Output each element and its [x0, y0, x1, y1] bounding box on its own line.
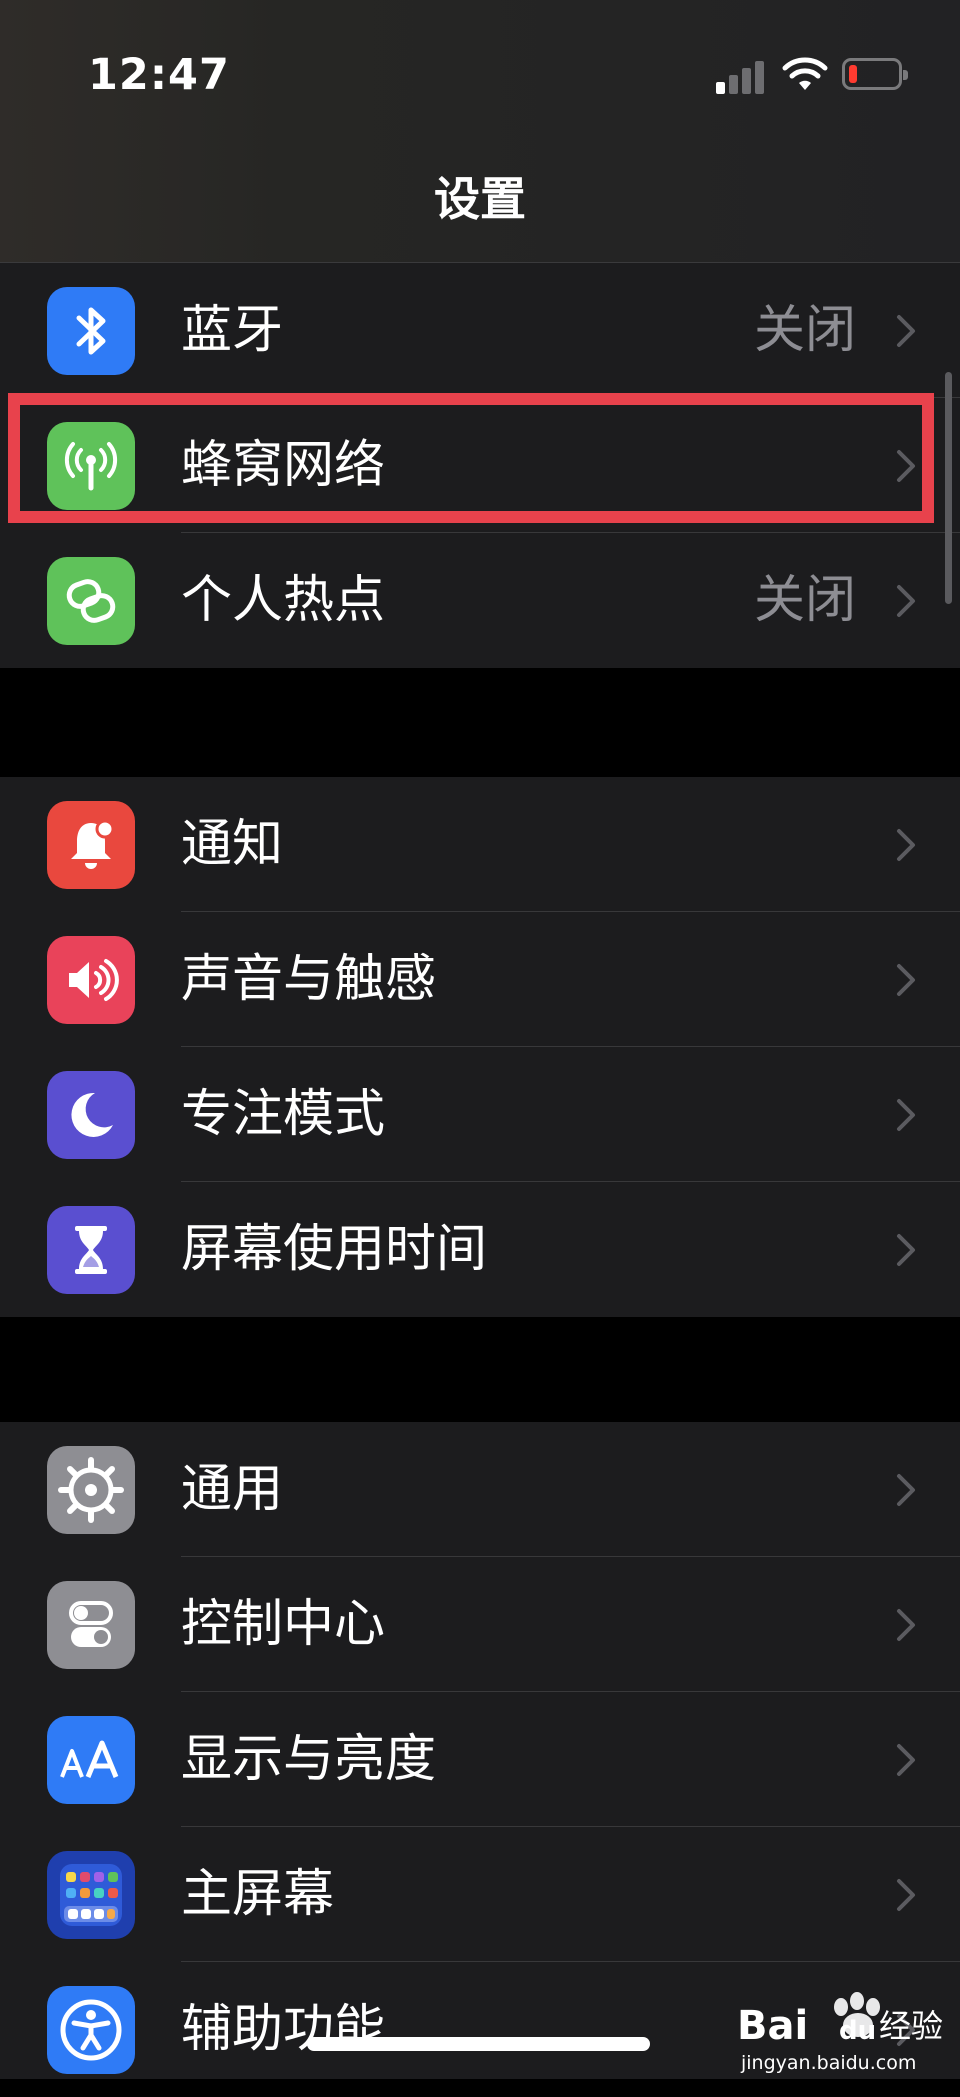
settings-row-label: 辅助功能: [181, 2000, 386, 2059]
chevron-right-icon: [897, 1234, 915, 1266]
watermark-brand: Bai: [737, 2003, 808, 2049]
home-screen-grid-icon: [47, 1851, 135, 1939]
chevron-right-icon: [897, 1099, 915, 1131]
chevron-right-icon: [897, 1609, 915, 1641]
hotspot-link-icon: [47, 557, 135, 645]
wifi-icon: [782, 57, 828, 90]
cellular-signal-icon: [716, 60, 766, 94]
baidu-jingyan-watermark: Bai du 经验 jingyan.baidu.com: [737, 1992, 943, 2074]
text-size-icon: [47, 1716, 135, 1804]
gear-icon: [47, 1446, 135, 1534]
status-time: 12:47: [88, 50, 230, 100]
hourglass-icon: [47, 1206, 135, 1294]
settings-row-label: 专注模式: [181, 1085, 386, 1144]
bluetooth-icon: [47, 287, 135, 375]
watermark-brand-du: du: [839, 2016, 876, 2046]
settings-row-label: 显示与亮度: [181, 1730, 437, 1789]
chevron-right-icon: [897, 1744, 915, 1776]
settings-row-label: 个人热点: [181, 571, 386, 630]
settings-row-value: 关闭: [753, 571, 856, 630]
settings-row-home-screen[interactable]: 主屏幕: [0, 1827, 960, 1962]
speaker-icon: [47, 936, 135, 1024]
watermark-suffix: 经验: [879, 2007, 943, 2045]
settings-row-focus[interactable]: 专注模式: [0, 1047, 960, 1182]
settings-row-hotspot[interactable]: 个人热点 关闭: [0, 533, 960, 668]
settings-row-label: 蜂窝网络: [181, 436, 386, 495]
settings-row-control-center[interactable]: 控制中心: [0, 1557, 960, 1692]
settings-row-label: 通知: [181, 815, 284, 874]
settings-row-label: 蓝牙: [181, 301, 284, 360]
settings-row-display[interactable]: 显示与亮度: [0, 1692, 960, 1827]
settings-row-cellular[interactable]: 蜂窝网络: [0, 398, 960, 533]
chevron-right-icon: [897, 964, 915, 996]
settings-row-sounds[interactable]: 声音与触感: [0, 912, 960, 1047]
page-title: 设置: [434, 172, 526, 226]
settings-row-general[interactable]: 通用: [0, 1422, 960, 1557]
accessibility-icon: [47, 1986, 135, 2074]
toggle-switches-icon: [47, 1581, 135, 1669]
settings-row-screen-time[interactable]: 屏幕使用时间: [0, 1182, 960, 1317]
home-indicator[interactable]: [307, 2037, 650, 2051]
notifications-group: 通知 声音与触感 专注模式 屏幕使用时间: [0, 777, 960, 1317]
chevron-right-icon: [897, 585, 915, 617]
settings-row-value: 关闭: [753, 301, 856, 360]
connectivity-group: 蓝牙 关闭 蜂窝网络 个人热点 关闭: [0, 263, 960, 668]
chevron-right-icon: [897, 1879, 915, 1911]
battery-icon: [842, 58, 908, 90]
cellular-antenna-icon: [47, 422, 135, 510]
chevron-right-icon: [897, 315, 915, 347]
settings-row-label: 屏幕使用时间: [181, 1220, 488, 1279]
settings-row-label: 主屏幕: [181, 1865, 335, 1924]
settings-row-label: 控制中心: [181, 1595, 386, 1654]
chevron-right-icon: [897, 1474, 915, 1506]
general-group: 通用 控制中心 显示与亮度 主屏幕 辅助功能: [0, 1422, 960, 2079]
notification-bell-icon: [47, 801, 135, 889]
settings-row-label: 通用: [181, 1460, 284, 1519]
settings-row-label: 声音与触感: [181, 950, 437, 1009]
moon-icon: [47, 1071, 135, 1159]
watermark-url: jingyan.baidu.com: [740, 2052, 916, 2074]
chevron-right-icon: [897, 450, 915, 482]
settings-row-bluetooth[interactable]: 蓝牙 关闭: [0, 263, 960, 398]
settings-row-notifications[interactable]: 通知: [0, 777, 960, 912]
scrollbar[interactable]: [945, 372, 952, 604]
navigation-header: 12:47 设置: [0, 0, 960, 263]
chevron-right-icon: [897, 829, 915, 861]
